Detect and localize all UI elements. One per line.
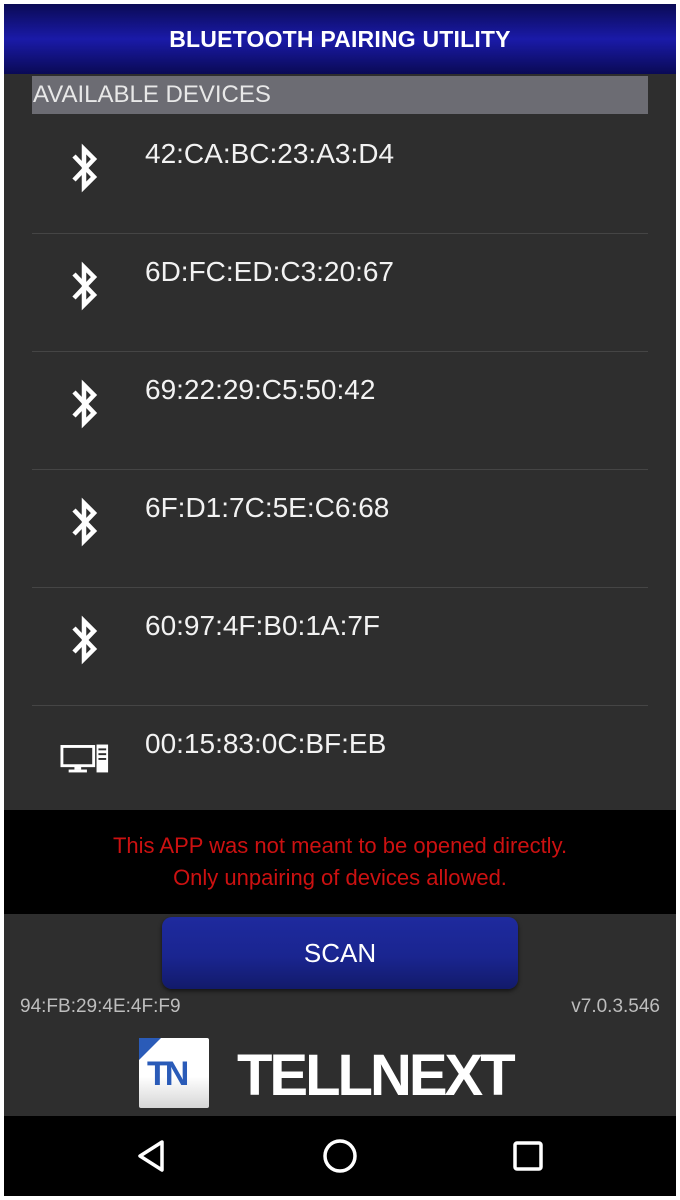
warning-banner: This APP was not meant to be opened dire…	[4, 810, 676, 914]
back-icon[interactable]	[112, 1116, 192, 1196]
logo-wordmark: TELLNEXT	[237, 1043, 516, 1108]
device-mac: 42:CA:BC:23:A3:D4	[145, 138, 395, 169]
tellnext-logo: TN TELLNEXT	[139, 1038, 519, 1110]
app-screen: BLUETOOTH PAIRING UTILITY AVAILABLE DEVI…	[4, 4, 676, 1196]
computer-icon	[60, 728, 110, 788]
device-mac: 00:15:83:0C:BF:EB	[145, 728, 387, 759]
bluetooth-icon	[60, 610, 110, 670]
app-version: v7.0.3.546	[571, 996, 660, 1017]
title-bar: BLUETOOTH PAIRING UTILITY	[4, 4, 676, 74]
device-row[interactable]: 00:15:83:0C:BF:EB	[32, 706, 648, 824]
tn-logo-mark: TN	[139, 1038, 209, 1108]
device-mac: 60:97:4F:B0:1A:7F	[145, 610, 381, 641]
recents-icon[interactable]	[488, 1116, 568, 1196]
warning-line-2: Only unpairing of devices allowed.	[173, 865, 507, 890]
device-mac: 6D:FC:ED:C3:20:67	[145, 256, 394, 287]
device-row[interactable]: 6D:FC:ED:C3:20:67	[32, 234, 648, 352]
bluetooth-icon	[60, 492, 110, 552]
scan-button[interactable]: SCAN	[162, 917, 518, 989]
app-title: BLUETOOTH PAIRING UTILITY	[169, 25, 511, 52]
logo-mark-text: TN	[147, 1055, 189, 1093]
bluetooth-icon	[60, 138, 110, 198]
bluetooth-icon	[60, 374, 110, 434]
device-row[interactable]: 6F:D1:7C:5E:C6:68	[32, 470, 648, 588]
warning-line-1: This APP was not meant to be opened dire…	[112, 833, 568, 858]
device-mac: 69:22:29:C5:50:42	[145, 374, 376, 405]
device-mac: 6F:D1:7C:5E:C6:68	[145, 492, 390, 523]
device-list: 42:CA:BC:23:A3:D4 6D:FC:ED:C3:20:67 69:2…	[32, 116, 648, 824]
scan-button-label: SCAN	[303, 937, 377, 968]
section-header: AVAILABLE DEVICES	[32, 76, 648, 114]
bluetooth-icon	[60, 256, 110, 316]
navigation-bar	[4, 1116, 676, 1196]
home-icon[interactable]	[300, 1116, 380, 1196]
device-row[interactable]: 42:CA:BC:23:A3:D4	[32, 116, 648, 234]
local-mac-address: 94:FB:29:4E:4F:F9	[20, 996, 181, 1017]
device-row[interactable]: 60:97:4F:B0:1A:7F	[32, 588, 648, 706]
device-row[interactable]: 69:22:29:C5:50:42	[32, 352, 648, 470]
